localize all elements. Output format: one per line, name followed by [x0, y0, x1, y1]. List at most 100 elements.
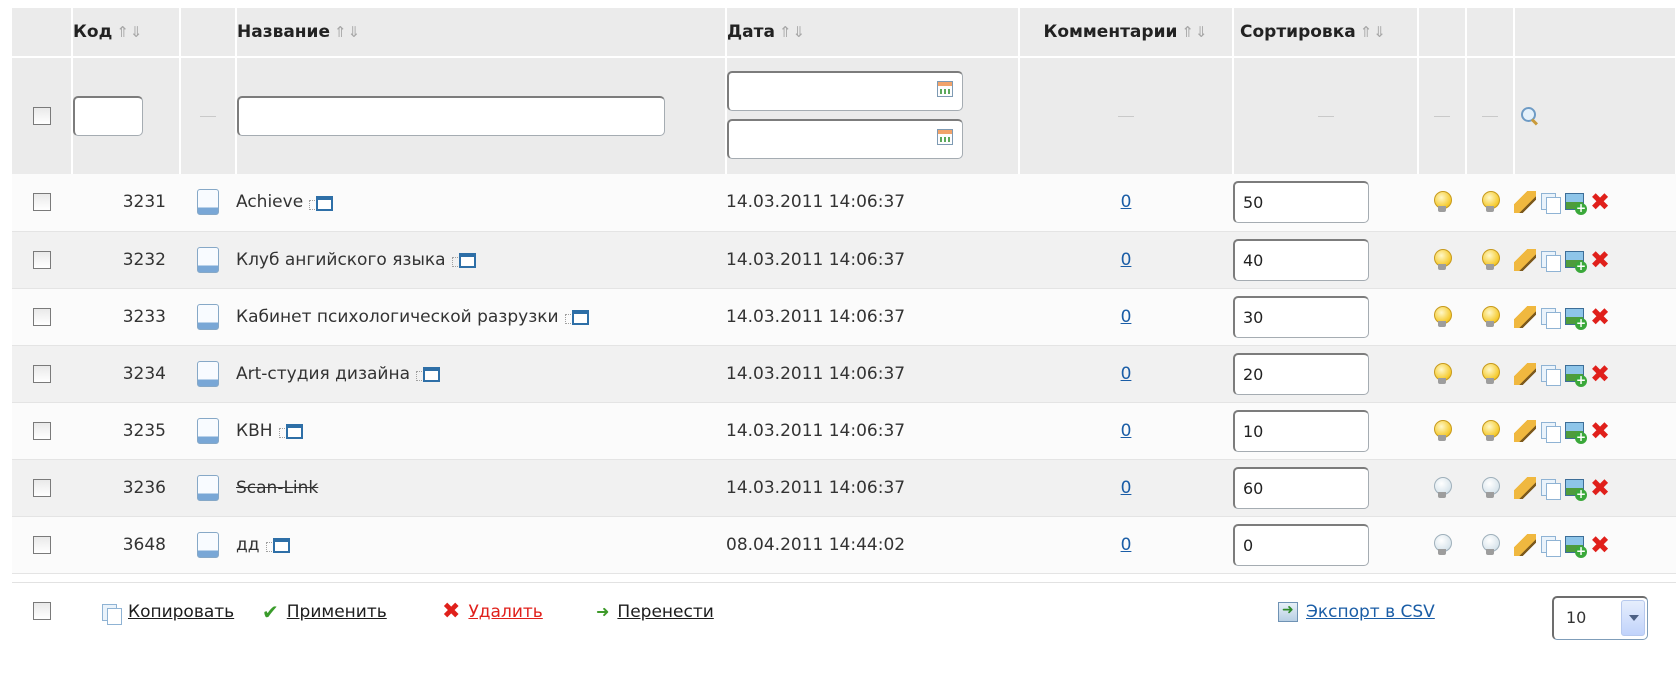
comments-count-link[interactable]: 0 [1121, 478, 1132, 498]
copy-link[interactable]: Копировать [128, 602, 234, 622]
delete-icon[interactable]: ✖ [1589, 533, 1611, 557]
apply-link[interactable]: Применить [287, 602, 387, 622]
popup-window-icon[interactable] [309, 195, 334, 211]
sort-arrows-icon[interactable]: ⇑⇓ [116, 23, 143, 41]
add-image-icon[interactable] [1564, 420, 1587, 444]
copy-icon[interactable] [1539, 477, 1561, 500]
row-checkbox[interactable] [33, 250, 51, 269]
row-checkbox[interactable] [33, 364, 51, 383]
add-image-icon[interactable] [1564, 191, 1587, 216]
row-checkbox[interactable] [33, 421, 51, 440]
search-icon[interactable] [1521, 107, 1539, 125]
column-header-date[interactable]: Дата ⇑⇓ [726, 8, 1020, 57]
calendar-icon[interactable] [937, 129, 953, 145]
delete-icon[interactable]: ✖ [1589, 305, 1611, 329]
delete-action[interactable]: ✖ Удалить [442, 600, 543, 624]
sort-order-input[interactable] [1233, 352, 1369, 395]
chevron-down-icon[interactable] [1621, 600, 1645, 636]
column-header-name[interactable]: Название ⇑⇓ [236, 8, 727, 57]
delete-icon[interactable]: ✖ [1589, 419, 1611, 443]
select-all-checkbox[interactable] [32, 107, 51, 125]
lightbulb-icon[interactable] [1433, 362, 1452, 385]
sort-order-input[interactable] [1233, 238, 1369, 281]
row-checkbox[interactable] [33, 535, 51, 554]
pencil-icon[interactable] [1514, 248, 1536, 271]
lightbulb-icon[interactable] [1433, 476, 1452, 499]
row-checkbox[interactable] [33, 478, 51, 497]
add-image-icon[interactable] [1564, 534, 1587, 558]
comments-count-link[interactable]: 0 [1121, 535, 1132, 555]
pencil-icon[interactable] [1514, 419, 1536, 442]
add-image-icon[interactable] [1564, 477, 1587, 501]
pencil-icon[interactable] [1514, 533, 1536, 556]
pencil-icon[interactable] [1514, 362, 1536, 385]
delete-link[interactable]: Удалить [468, 602, 542, 622]
comments-count-link[interactable]: 0 [1121, 421, 1132, 441]
copy-icon[interactable] [1539, 420, 1561, 443]
export-action[interactable]: Экспорт в CSV [1278, 600, 1435, 624]
sort-order-input[interactable] [1233, 523, 1369, 566]
copy-icon[interactable] [1539, 534, 1561, 557]
copy-action[interactable]: Копировать [100, 600, 234, 625]
column-header-code[interactable]: Код ⇑⇓ [72, 8, 181, 57]
sort-order-input[interactable] [1233, 409, 1369, 452]
lightbulb-icon[interactable] [1481, 305, 1500, 328]
copy-icon[interactable] [1539, 363, 1561, 386]
lightbulb-icon[interactable] [1481, 362, 1500, 385]
lightbulb-icon[interactable] [1433, 419, 1452, 442]
lightbulb-icon[interactable] [1481, 419, 1500, 442]
lightbulb-icon[interactable] [1433, 248, 1452, 271]
sort-arrows-icon[interactable]: ⇑⇓ [1181, 23, 1208, 41]
lightbulb-icon[interactable] [1433, 191, 1452, 213]
row-checkbox[interactable] [33, 307, 51, 326]
page-size-select[interactable]: 10 [1552, 596, 1648, 640]
sort-arrows-icon[interactable]: ⇑⇓ [334, 23, 361, 41]
apply-action[interactable]: ✔ Применить [262, 600, 387, 624]
sort-order-input[interactable] [1233, 295, 1369, 338]
pencil-icon[interactable] [1514, 305, 1536, 328]
comments-count-link[interactable]: 0 [1121, 192, 1132, 212]
move-link[interactable]: Перенести [617, 602, 713, 622]
lightbulb-icon[interactable] [1433, 533, 1452, 556]
popup-window-icon[interactable] [265, 538, 290, 553]
sort-arrows-icon[interactable]: ⇑⇓ [1360, 23, 1387, 41]
popup-window-icon[interactable] [416, 367, 441, 382]
lightbulb-icon[interactable] [1433, 305, 1452, 328]
code-filter-input[interactable] [73, 96, 143, 136]
popup-window-icon[interactable] [278, 424, 303, 439]
lightbulb-icon[interactable] [1481, 476, 1500, 499]
move-action[interactable]: ➜ Перенести [596, 600, 714, 624]
sort-arrows-icon[interactable]: ⇑⇓ [779, 23, 806, 41]
delete-icon[interactable]: ✖ [1589, 362, 1611, 386]
name-filter-input[interactable] [237, 96, 665, 136]
date-from-input[interactable] [727, 71, 963, 111]
pencil-icon[interactable] [1514, 191, 1536, 214]
lightbulb-icon[interactable] [1481, 191, 1500, 213]
calendar-icon[interactable] [937, 81, 953, 97]
popup-window-icon[interactable] [451, 253, 476, 268]
lightbulb-icon[interactable] [1481, 533, 1500, 556]
date-to-input[interactable] [727, 119, 963, 159]
comments-count-link[interactable]: 0 [1121, 307, 1132, 327]
sort-order-input[interactable] [1233, 466, 1369, 509]
pencil-icon[interactable] [1514, 476, 1536, 499]
delete-icon[interactable]: ✖ [1589, 248, 1611, 272]
add-image-icon[interactable] [1564, 249, 1587, 273]
copy-icon[interactable] [1539, 191, 1561, 215]
add-image-icon[interactable] [1564, 363, 1587, 387]
comments-count-link[interactable]: 0 [1121, 250, 1132, 270]
footer-select-all-checkbox[interactable] [33, 602, 51, 620]
sort-order-input[interactable] [1233, 181, 1369, 224]
column-header-comments[interactable]: Комментарии ⇑⇓ [1019, 8, 1234, 57]
row-checkbox[interactable] [33, 193, 51, 212]
popup-window-icon[interactable] [564, 310, 589, 325]
add-image-icon[interactable] [1564, 306, 1587, 330]
delete-icon[interactable]: ✖ [1589, 476, 1611, 500]
delete-icon[interactable]: ✖ [1589, 190, 1611, 214]
copy-icon[interactable] [1539, 306, 1561, 329]
comments-count-link[interactable]: 0 [1121, 364, 1132, 384]
column-header-sorting[interactable]: Сортировка ⇑⇓ [1233, 8, 1419, 57]
lightbulb-icon[interactable] [1481, 248, 1500, 271]
copy-icon[interactable] [1539, 249, 1561, 272]
export-csv-link[interactable]: Экспорт в CSV [1306, 602, 1435, 622]
